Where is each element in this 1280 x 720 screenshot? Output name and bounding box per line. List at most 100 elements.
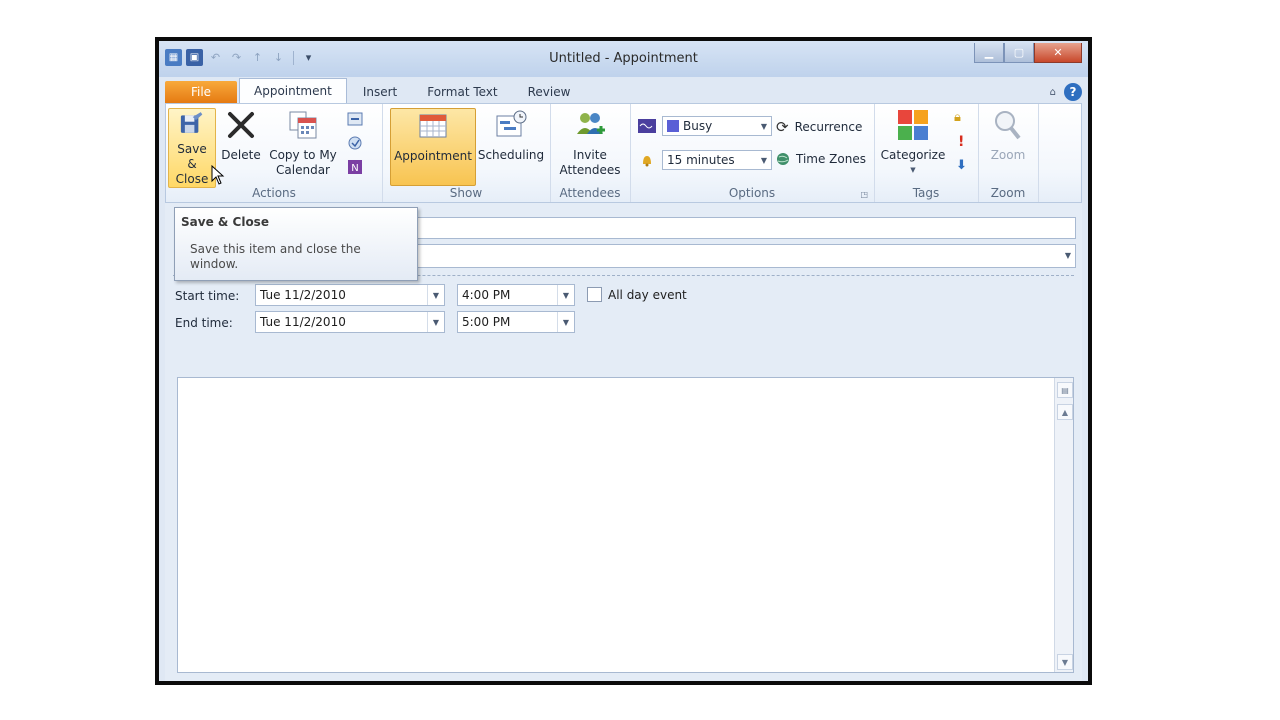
tab-insert[interactable]: Insert — [349, 81, 411, 103]
window-controls: ▁ ▢ ✕ — [974, 43, 1082, 63]
chevron-down-icon[interactable]: ▼ — [557, 285, 574, 305]
svg-text:N: N — [351, 163, 358, 174]
tooltip-title: Save & Close — [181, 215, 269, 229]
group-actions: Save & Close Delete Copy to My Calendar … — [166, 104, 383, 202]
maximize-button[interactable]: ▢ — [1004, 43, 1034, 63]
chevron-down-icon: ▼ — [910, 166, 916, 174]
group-options: Busy ▼ 15 minutes ▼ ⟳ Recurrence Time Zo… — [630, 104, 875, 202]
group-label-zoom: Zoom — [990, 186, 1026, 200]
appointment-view-button[interactable]: Appointment — [390, 108, 476, 186]
show-as-dropdown[interactable]: Busy ▼ — [662, 116, 772, 136]
scheduling-icon — [496, 110, 527, 137]
tooltip-description: Save this item and close the window. — [190, 242, 361, 271]
scheduling-label: Scheduling — [477, 148, 545, 162]
group-zoom: Zoom Zoom — [978, 104, 1039, 202]
ribbon-tabs: File Appointment Insert Format Text Revi… — [159, 77, 1088, 103]
busy-swatch — [667, 120, 679, 132]
private-lock-icon[interactable]: 🔒︎ — [954, 110, 961, 125]
appointment-calendar-icon — [419, 114, 447, 138]
chevron-down-icon[interactable]: ▼ — [1065, 251, 1071, 260]
categorize-button[interactable]: Categorize ▼ — [876, 108, 950, 178]
vertical-scrollbar[interactable]: ▤ ▲ ▼ — [1054, 378, 1073, 672]
onenote-icon[interactable]: N — [346, 158, 364, 176]
checkbox-box[interactable] — [587, 287, 602, 302]
save-close-label: Save & Close — [175, 142, 209, 186]
reminder-dropdown[interactable]: 15 minutes ▼ — [662, 150, 772, 170]
appointment-view-label: Appointment — [394, 149, 472, 163]
help-icon[interactable]: ? — [1064, 83, 1082, 101]
end-time-picker[interactable]: 5:00 PM ▼ — [457, 311, 575, 333]
scheduling-button[interactable]: Scheduling — [476, 108, 546, 163]
tab-appointment[interactable]: Appointment — [239, 78, 347, 103]
meeting-notes-icon[interactable] — [346, 134, 364, 152]
time-zones-button[interactable]: Time Zones — [776, 152, 866, 166]
end-time-label: End time: — [175, 316, 233, 330]
end-time-value: 5:00 PM — [462, 315, 511, 329]
all-day-event-label: All day event — [608, 287, 687, 302]
tab-review[interactable]: Review — [514, 81, 585, 103]
chevron-down-icon[interactable]: ▼ — [427, 285, 444, 305]
group-label-actions: Actions — [252, 186, 296, 200]
chevron-down-icon[interactable]: ▼ — [427, 312, 444, 332]
recurrence-button[interactable]: ⟳ Recurrence — [776, 118, 862, 136]
ribbon-right-controls: ⌂ ? — [1050, 81, 1088, 103]
start-time-picker[interactable]: 4:00 PM ▼ — [457, 284, 575, 306]
group-label-attendees: Attendees — [559, 186, 621, 200]
invite-attendees-icon — [577, 113, 605, 134]
outlook-appointment-window: ▦ ▣ ↶ ↷ ↑ ↓ ▾ Untitled - Appointment ▁ ▢… — [155, 37, 1092, 685]
minimize-ribbon-icon[interactable]: ⌂ — [1050, 87, 1056, 98]
invite-attendees-label: Invite Attendees — [559, 148, 621, 177]
tab-format-text[interactable]: Format Text — [413, 81, 511, 103]
invite-attendees-button[interactable]: Invite Attendees — [554, 108, 626, 178]
reminder-row: 15 minutes ▼ — [638, 150, 772, 170]
ruler-toggle-icon[interactable]: ▤ — [1057, 382, 1073, 398]
group-attendees: Invite Attendees Attendees — [550, 104, 631, 202]
globe-icon — [777, 153, 789, 165]
subject-input[interactable] — [345, 217, 1076, 239]
mouse-cursor-icon — [211, 165, 225, 185]
tab-file[interactable]: File — [165, 81, 237, 103]
end-date-picker[interactable]: Tue 11/2/2010 ▼ — [255, 311, 445, 333]
chevron-down-icon[interactable]: ▼ — [557, 312, 574, 332]
save-close-tooltip: Save & Close Save this item and close th… — [174, 207, 418, 281]
save-close-button[interactable]: Save & Close — [168, 108, 216, 188]
group-tags: Categorize ▼ 🔒︎ ! ⬇ Tags — [874, 104, 979, 202]
categorize-label: Categorize — [880, 148, 946, 162]
copy-to-calendar-button[interactable]: Copy to My Calendar — [266, 108, 340, 178]
start-date-value: Tue 11/2/2010 — [260, 288, 346, 302]
close-button[interactable]: ✕ — [1034, 43, 1082, 63]
copy-to-calendar-label: Copy to My Calendar — [269, 148, 337, 177]
low-importance-icon[interactable]: ⬇ — [956, 158, 967, 173]
start-date-picker[interactable]: Tue 11/2/2010 ▼ — [255, 284, 445, 306]
categorize-icon — [898, 110, 928, 140]
recurrence-icon: ⟳ — [776, 118, 789, 136]
group-show: Appointment Scheduling Show — [382, 104, 551, 202]
show-as-row: Busy ▼ — [638, 116, 772, 136]
group-label-options: Options — [728, 186, 776, 200]
appointment-body-editor[interactable]: ▤ ▲ ▼ — [177, 377, 1074, 673]
all-day-event-checkbox[interactable]: All day event — [587, 287, 687, 302]
start-time-value: 4:00 PM — [462, 288, 511, 302]
delete-button[interactable]: Delete — [218, 108, 264, 163]
location-input[interactable]: ▼ — [345, 244, 1076, 268]
minimize-button[interactable]: ▁ — [974, 43, 1004, 63]
start-time-label: Start time: — [175, 289, 240, 303]
show-as-value: Busy — [683, 119, 713, 133]
forward-icon[interactable] — [346, 110, 364, 128]
high-importance-icon[interactable]: ! — [958, 134, 964, 150]
reminder-value: 15 minutes — [667, 153, 735, 167]
end-date-value: Tue 11/2/2010 — [260, 315, 346, 329]
copy-calendar-icon — [289, 111, 317, 139]
chevron-down-icon: ▼ — [760, 155, 768, 165]
scroll-up-arrow-icon[interactable]: ▲ — [1057, 404, 1073, 420]
title-bar: ▦ ▣ ↶ ↷ ↑ ↓ ▾ Untitled - Appointment ▁ ▢… — [159, 41, 1088, 77]
delete-x-icon — [228, 112, 254, 138]
save-close-icon — [180, 112, 203, 133]
time-zones-label: Time Zones — [796, 152, 866, 166]
zoom-button[interactable]: Zoom — [986, 108, 1030, 163]
delete-label: Delete — [221, 148, 261, 162]
zoom-label: Zoom — [990, 148, 1026, 162]
scroll-down-arrow-icon[interactable]: ▼ — [1057, 654, 1073, 670]
magnifier-icon — [995, 111, 1021, 140]
chevron-down-icon: ▼ — [760, 121, 768, 131]
